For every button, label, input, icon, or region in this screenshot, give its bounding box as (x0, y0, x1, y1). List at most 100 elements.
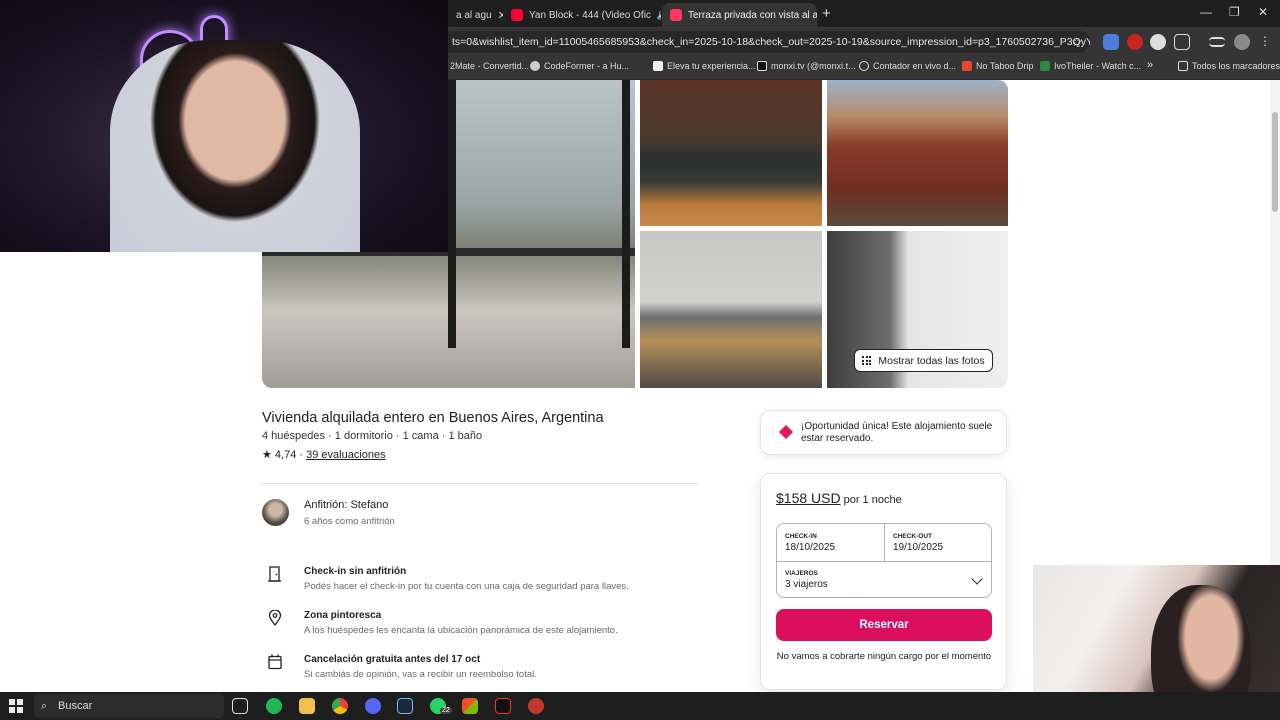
bookmark-item[interactable]: No Taboo Drip (962, 61, 1033, 71)
steam-icon[interactable] (397, 698, 413, 714)
feature-item: Zona pintoresca A los huéspedes les enca… (262, 610, 712, 642)
url-text: ts=0&wishlist_item_id=11005465685953&che… (452, 36, 1090, 48)
bookmark-item[interactable]: Eleva tu experiencia... (653, 61, 756, 71)
new-tab-button[interactable]: + (822, 5, 831, 22)
rare-find-text: ¡Oportunidad única! Este alojamiento sue… (801, 421, 993, 444)
tab-label: Terraza privada con vista al agu (688, 9, 817, 21)
tab-label: a al agu (456, 9, 492, 21)
extensions-puzzle-icon[interactable] (1174, 34, 1190, 50)
show-all-photos-label: Mostrar todas las fotos (878, 354, 985, 367)
bookmark-item[interactable]: IvoTheiler - Watch c... (1040, 61, 1141, 71)
diamond-icon (778, 424, 794, 440)
extension-icon[interactable] (1150, 34, 1166, 50)
listing-photo[interactable] (640, 80, 822, 226)
more-vert-icon[interactable]: ⋮ (1259, 34, 1275, 50)
bookmark-favicon (859, 61, 869, 71)
rating-value: ★ 4,74 · (262, 449, 304, 461)
feature-title: Zona pintoresca (304, 610, 382, 621)
price-amount[interactable]: $158 USD (776, 490, 841, 506)
translate-icon[interactable] (1103, 34, 1119, 50)
tab-label: Yan Block - 444 (Video Ofic (529, 9, 651, 21)
speaker-icon[interactable]: 🔊 (657, 10, 661, 21)
guests-label: VIAJEROS (785, 570, 818, 577)
minimize-icon[interactable]: — (1200, 5, 1212, 19)
browser-tab[interactable]: a al agu ✕ (448, 3, 503, 27)
feature-title: Cancelación gratuita antes del 17 oct (304, 654, 481, 665)
windows-taskbar: ⌕ Buscar 22 (0, 692, 1280, 720)
listing-title: Vivienda alquilada entero en Buenos Aire… (262, 410, 604, 426)
feature-description: Podés hacer el check-in por tu cuenta co… (304, 581, 629, 592)
checkout-label: CHECK-OUT (893, 533, 932, 540)
globe-icon (530, 61, 540, 71)
dates-guests-selector: CHECK-IN 18/10/2025 CHECK-OUT 19/10/2025… (776, 523, 992, 598)
task-view-icon[interactable] (232, 698, 248, 714)
folder-icon (1178, 61, 1188, 71)
host-experience: 6 años como anfitrión (304, 516, 395, 527)
restore-icon[interactable]: ❐ (1229, 5, 1240, 19)
feature-item: Cancelación gratuita antes del 17 oct Si… (262, 654, 712, 686)
tiktok-icon (757, 61, 767, 71)
bookmark-item[interactable]: Contador en vivo d... (859, 61, 956, 71)
app-icon[interactable] (528, 698, 544, 714)
all-bookmarks-folder[interactable]: Todos los marcadores (1178, 61, 1280, 71)
discord-icon[interactable] (365, 698, 381, 714)
bookmark-favicon (962, 61, 972, 71)
grid-icon (862, 356, 872, 365)
windows-start-icon[interactable] (9, 699, 23, 713)
checkout-value: 19/10/2025 (893, 542, 944, 553)
feature-description: A los huéspedes les encanta la ubicación… (304, 625, 618, 636)
bookmarks-more-button[interactable]: » (1147, 59, 1153, 71)
browser-tab-active[interactable]: Terraza privada con vista al agu ✕ (662, 3, 817, 27)
scrollbar-thumb[interactable] (1272, 112, 1278, 212)
feature-description: Si cambiás de opinión, vas a recibir un … (304, 669, 537, 680)
bookmark-favicon (653, 61, 663, 71)
checkin-field[interactable]: CHECK-IN 18/10/2025 (777, 524, 884, 561)
close-window-icon[interactable]: ✕ (1258, 5, 1268, 19)
airbnb-icon (670, 9, 682, 21)
bookmark-item[interactable]: CodeFormer - a Hu... (530, 61, 629, 71)
price-unit: por 1 noche (843, 494, 902, 506)
search-icon: ⌕ (41, 700, 48, 712)
rare-find-card: ¡Oportunidad única! Este alojamiento sue… (760, 410, 1007, 455)
no-charge-note: No vamos a cobrarte ningún cargo por el … (776, 651, 992, 662)
spotify-icon[interactable] (266, 698, 282, 714)
host-avatar[interactable] (262, 499, 289, 526)
listing-details: 4 huéspedes · 1 dormitorio · 1 cama · 1 … (262, 430, 483, 442)
notification-badge: 22 (440, 707, 452, 714)
file-explorer-icon[interactable] (299, 698, 315, 714)
extension-icon[interactable] (1127, 34, 1143, 50)
bookmark-star-icon[interactable]: ☆ (1071, 31, 1082, 53)
menu-lines-icon[interactable] (1209, 37, 1225, 47)
host-name: Anfitrión: Stefano (304, 499, 389, 511)
reserve-button[interactable]: Reservar (776, 609, 992, 641)
guests-value: 3 viajeros (785, 579, 828, 590)
webcam-overlay (0, 0, 448, 252)
store-icon[interactable] (462, 698, 478, 714)
feature-title: Check-in sin anfitrión (304, 566, 407, 577)
divider (262, 483, 697, 484)
tiktok-icon[interactable] (495, 698, 511, 714)
taskbar-search-label: Buscar (58, 700, 93, 712)
bookmark-item[interactable]: 2Mate - Convertid... (450, 61, 529, 71)
listing-photo[interactable] (640, 231, 822, 388)
profile-avatar-icon[interactable] (1234, 34, 1250, 50)
listing-photo[interactable] (827, 80, 1008, 226)
url-field[interactable]: ts=0&wishlist_item_id=11005465685953&che… (440, 31, 1090, 53)
bookmark-favicon (1040, 61, 1050, 71)
show-all-photos-button[interactable]: Mostrar todas las fotos (854, 349, 993, 372)
browser-tab[interactable]: Yan Block - 444 (Video Ofic 🔊 ✕ (503, 3, 661, 27)
checkin-value: 18/10/2025 (785, 542, 836, 553)
bookmark-item[interactable]: monxi.tv (@monxi.t... (757, 61, 856, 71)
checkin-label: CHECK-IN (785, 533, 817, 540)
booking-card: $158 USD por 1 noche CHECK-IN 18/10/2025 … (760, 473, 1007, 690)
location-pin-icon (268, 610, 282, 626)
taskbar-search[interactable]: ⌕ Buscar (34, 694, 224, 718)
price: $158 USD por 1 noche (776, 490, 902, 506)
door-icon (268, 566, 281, 582)
calendar-icon (268, 654, 282, 670)
checkout-field[interactable]: CHECK-OUT 19/10/2025 (885, 524, 993, 561)
reviews-link[interactable]: 39 evaluaciones (306, 449, 386, 461)
guests-dropdown[interactable]: VIAJEROS 3 viajeros (777, 562, 991, 598)
chrome-icon[interactable] (332, 698, 348, 714)
listing-rating: ★ 4,74 · 39 evaluaciones (262, 448, 386, 461)
